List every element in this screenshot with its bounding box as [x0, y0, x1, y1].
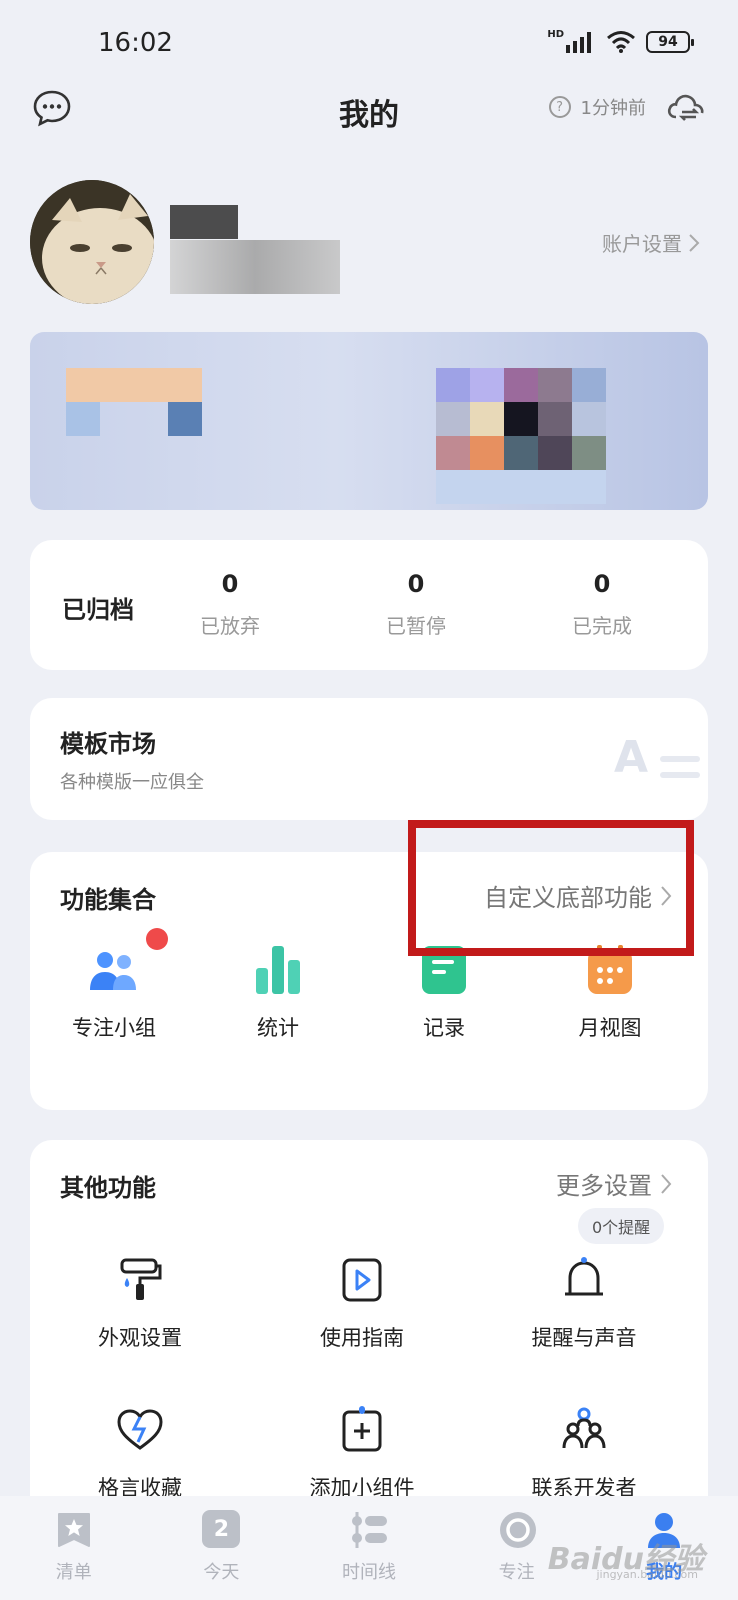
network-type: HD: [547, 28, 564, 40]
stat-label: 已完成: [572, 614, 632, 638]
help-icon[interactable]: ?: [548, 96, 571, 118]
promo-banner[interactable]: [30, 332, 708, 510]
archive-title: 已归档: [62, 596, 134, 624]
other-features-card: 其他功能 更多设置 0个提醒 外观设置 使用指南 提醒与声音 格言收藏 添加小组…: [30, 1140, 708, 1540]
star-icon: [55, 1510, 93, 1550]
stat-value: 0: [593, 570, 611, 598]
bar-chart-icon: [250, 942, 306, 998]
stat-abandoned[interactable]: 0 已放弃: [160, 570, 300, 639]
feature-label: 记录: [423, 1016, 465, 1040]
other-quotes[interactable]: 格言收藏: [60, 1402, 220, 1502]
nav-label: 时间线: [341, 1562, 396, 1583]
account-settings-label: 账户设置: [602, 232, 682, 256]
calendar-day-icon: 2: [202, 1510, 241, 1550]
heart-icon: [112, 1402, 168, 1458]
stat-paused[interactable]: 0 已暂停: [346, 570, 486, 639]
feature-notes[interactable]: 记录: [364, 942, 524, 1042]
reminder-count-badge: 0个提醒: [578, 1208, 665, 1244]
nav-tab-today[interactable]: 2 今天: [148, 1496, 296, 1600]
feature-label: 统计: [257, 1016, 299, 1040]
play-guide-icon: [334, 1252, 390, 1308]
user-info-redacted: [170, 240, 340, 294]
avatar[interactable]: [30, 180, 154, 304]
team-icon: [556, 1402, 612, 1458]
feature-label: 月视图: [578, 1016, 642, 1040]
other-label: 提醒与声音: [531, 1326, 637, 1350]
chevron-right-icon: [689, 233, 700, 252]
sync-time: 1分钟前: [580, 98, 646, 119]
other-features-title: 其他功能: [60, 1174, 156, 1202]
more-settings-link[interactable]: 更多设置: [556, 1166, 672, 1201]
nav-label: 今天: [203, 1562, 240, 1583]
template-market-card[interactable]: 模板市场 各种模版一应俱全 A: [30, 698, 708, 820]
account-settings-link[interactable]: 账户设置: [602, 228, 700, 257]
battery-icon: 94: [646, 31, 694, 53]
stat-value: 0: [407, 570, 425, 598]
feature-month-view[interactable]: 月视图: [530, 942, 690, 1042]
archive-card[interactable]: 已归档 0 已放弃 0 已暂停 0 已完成: [30, 540, 708, 670]
stat-label: 已暂停: [386, 614, 446, 638]
chevron-right-icon: [661, 1173, 672, 1194]
battery-level: 94: [658, 34, 678, 50]
add-widget-icon: [334, 1402, 390, 1458]
notification-dot: [146, 928, 168, 950]
nav-tab-timeline[interactable]: 时间线: [295, 1496, 443, 1600]
stat-completed[interactable]: 0 已完成: [532, 570, 672, 639]
signal-icon: [566, 32, 591, 53]
paint-roller-icon: [112, 1252, 168, 1308]
template-decor-lines: [660, 756, 700, 778]
stat-value: 0: [221, 570, 239, 598]
other-label: 外观设置: [98, 1326, 182, 1350]
other-label: 使用指南: [320, 1326, 404, 1350]
timeline-icon: [350, 1510, 388, 1550]
feature-label: 专注小组: [72, 1016, 156, 1040]
highlight-box: [408, 820, 694, 956]
status-time: 16:02: [98, 28, 173, 58]
other-reminders-sounds[interactable]: 提醒与声音: [504, 1252, 664, 1352]
watermark-url: jingyan.baidu.com: [596, 1568, 698, 1581]
today-day-number: 2: [202, 1510, 241, 1548]
other-user-guide[interactable]: 使用指南: [282, 1252, 442, 1352]
stat-label: 已放弃: [200, 614, 260, 638]
feature-statistics[interactable]: 统计: [198, 942, 358, 1042]
nav-tab-list[interactable]: 清单: [0, 1496, 148, 1600]
nav-label: 清单: [55, 1562, 92, 1583]
cloud-sync-icon[interactable]: [666, 92, 706, 122]
bell-icon: [556, 1252, 612, 1308]
feature-collection-title: 功能集合: [60, 886, 156, 914]
nav-label: 专注: [498, 1562, 535, 1583]
template-market-subtitle: 各种模版一应俱全: [60, 772, 204, 793]
template-market-title: 模板市场: [60, 730, 156, 758]
focus-icon: [498, 1510, 536, 1550]
sync-status[interactable]: ? 1分钟前: [548, 92, 706, 122]
status-icons: HD 94: [547, 28, 694, 54]
other-add-widget[interactable]: 添加小组件: [282, 1402, 442, 1502]
wifi-icon: [607, 31, 635, 53]
username-redacted: [170, 205, 238, 239]
other-contact-developer[interactable]: 联系开发者: [504, 1402, 664, 1502]
people-icon: [86, 928, 168, 998]
feature-focus-group[interactable]: 专注小组: [34, 928, 194, 1042]
template-decor-icon: A: [614, 732, 649, 783]
more-settings-label: 更多设置: [556, 1172, 652, 1200]
other-appearance[interactable]: 外观设置: [60, 1252, 220, 1352]
